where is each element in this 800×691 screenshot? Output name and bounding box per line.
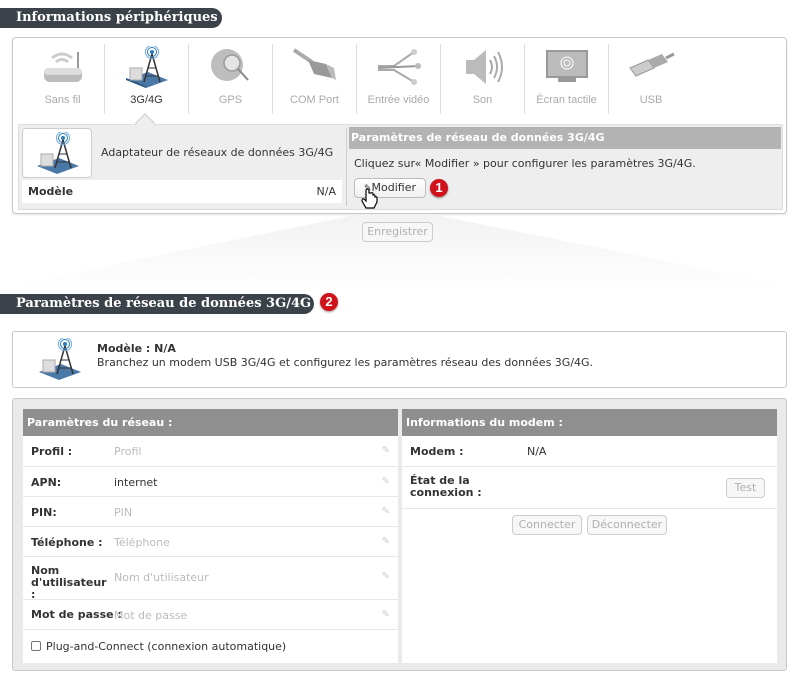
cell-tower-icon <box>39 338 81 380</box>
pencil-icon: ✎ <box>381 506 390 517</box>
plug-and-connect-checkbox[interactable] <box>31 641 41 651</box>
tab-label: 3G/4G <box>130 94 163 106</box>
hand-cursor-icon <box>361 188 378 209</box>
field-row-profil: Profil : Profil ✎ <box>23 436 398 467</box>
connection-status-row: État de la connexion : Test <box>402 467 777 509</box>
save-button[interactable]: Enregistrer <box>362 222 433 242</box>
modem-model-description: Branchez un modem USB 3G/4G et configure… <box>97 356 594 369</box>
tab-label: Son <box>472 94 493 106</box>
pencil-icon: ✎ <box>381 571 390 582</box>
modem-summary-panel: Modèle : N/A Branchez un modem USB 3G/4G… <box>12 331 787 388</box>
tab-label: Écran tactile <box>536 94 597 106</box>
pin-input[interactable]: PIN <box>114 506 132 519</box>
step-badge-1: 1 <box>430 179 448 197</box>
profil-input[interactable]: Profil <box>114 445 141 458</box>
connection-buttons: Connecter Déconnecter <box>402 509 777 539</box>
telephone-input[interactable]: Téléphone <box>114 536 170 549</box>
connect-button[interactable]: Connecter <box>512 515 582 535</box>
field-row-password: Mot de passe : Mot de passe ✎ <box>23 600 398 630</box>
pencil-icon: ✎ <box>381 476 390 487</box>
field-row-pin: PIN: PIN ✎ <box>23 497 398 527</box>
speaker-icon <box>465 50 503 84</box>
cell-tower-icon <box>37 132 79 174</box>
device-name: Adaptateur de réseaux de données 3G/4G <box>101 146 334 159</box>
pencil-icon: ✎ <box>381 445 390 456</box>
field-row-username: Nom d'utilisateur : Nom d'utilisateur ✎ <box>23 557 398 601</box>
globe-magnifier-icon <box>210 49 249 81</box>
settings-description: Cliquez sur« Modifier » pour configurer … <box>354 157 696 170</box>
device-icon-box <box>22 128 92 178</box>
tab-sans-fil[interactable]: Sans fil <box>21 44 105 114</box>
tab-label: COM Port <box>290 94 339 106</box>
touchscreen-icon <box>545 50 588 82</box>
rca-cable-icon <box>377 49 421 85</box>
tab-com-port[interactable]: COM Port <box>273 44 357 114</box>
plug-and-connect-label[interactable]: Plug-and-Connect (connexion automatique) <box>46 640 286 653</box>
field-row-apn: APN: internet ✎ <box>23 467 398 497</box>
modem-row: Modem : N/A <box>402 436 777 467</box>
connection-status-label: État de la connexion : <box>410 474 482 499</box>
field-label: APN: <box>31 476 62 489</box>
usb-icon <box>629 52 675 77</box>
device-tabs: Sans fil 3G/4G GPS COM Port Entrée vidéo… <box>13 38 693 120</box>
field-row-telephone: Téléphone : Téléphone ✎ <box>23 527 398 557</box>
divider <box>346 128 347 206</box>
section-title-device-info: Informations périphériques <box>0 8 222 28</box>
model-label: Modèle <box>28 185 74 198</box>
step-badge-2: 2 <box>320 293 338 311</box>
pencil-icon: ✎ <box>381 609 390 620</box>
modem-value: N/A <box>527 445 547 458</box>
test-button[interactable]: Test <box>726 478 765 498</box>
tab-3g-4g[interactable]: 3G/4G <box>105 44 189 114</box>
tab-label: Entrée vidéo <box>367 94 430 106</box>
pencil-icon: ✎ <box>381 536 390 547</box>
plug-and-connect-row: Plug-and-Connect (connexion automatique) <box>23 630 398 661</box>
cell-tower-icon <box>125 46 168 88</box>
network-parameters-column: Paramètres du réseau : Profil : Profil ✎… <box>23 409 398 663</box>
username-input[interactable]: Nom d'utilisateur <box>114 571 209 584</box>
field-label: Profil : <box>31 445 73 458</box>
tab-touchscreen[interactable]: Écran tactile <box>525 44 609 114</box>
modem-label: Modem : <box>410 445 464 458</box>
modem-model-title: Modèle : N/A <box>97 342 176 355</box>
settings-header: Paramètres de réseau de données 3G/4G <box>349 127 781 149</box>
tab-usb[interactable]: USB <box>609 44 693 114</box>
wireless-router-icon <box>43 52 82 82</box>
device-detail: Adaptateur de réseaux de données 3G/4G M… <box>18 124 783 210</box>
model-row: Modèle N/A <box>22 180 342 203</box>
modem-info-column: Informations du modem : Modem : N/A État… <box>402 409 777 663</box>
field-label: PIN: <box>31 506 57 519</box>
field-label: Nom d'utilisateur : <box>31 564 107 601</box>
tab-video-input[interactable]: Entrée vidéo <box>357 44 441 114</box>
field-label: Mot de passe : <box>31 608 122 621</box>
tab-label: Sans fil <box>44 94 81 106</box>
network-parameters-header: Paramètres du réseau : <box>23 409 398 436</box>
tab-gps[interactable]: GPS <box>189 44 273 114</box>
tab-son[interactable]: Son <box>441 44 525 114</box>
field-label: Téléphone : <box>31 536 103 549</box>
apn-input[interactable]: internet <box>114 476 158 489</box>
disconnect-button[interactable]: Déconnecter <box>587 515 667 535</box>
device-info-panel: Sans fil 3G/4G GPS COM Port Entrée vidéo… <box>12 37 787 214</box>
model-value: N/A <box>316 185 336 198</box>
password-input[interactable]: Mot de passe <box>114 609 187 622</box>
modem-info-header: Informations du modem : <box>402 409 777 436</box>
tab-label: GPS <box>218 94 243 106</box>
section-title-network-settings: Paramètres de réseau de données 3G/4G <box>0 294 314 314</box>
network-settings-panel: Paramètres du réseau : Profil : Profil ✎… <box>12 398 787 671</box>
tab-label: USB <box>639 94 663 106</box>
serial-cable-icon <box>292 48 336 80</box>
